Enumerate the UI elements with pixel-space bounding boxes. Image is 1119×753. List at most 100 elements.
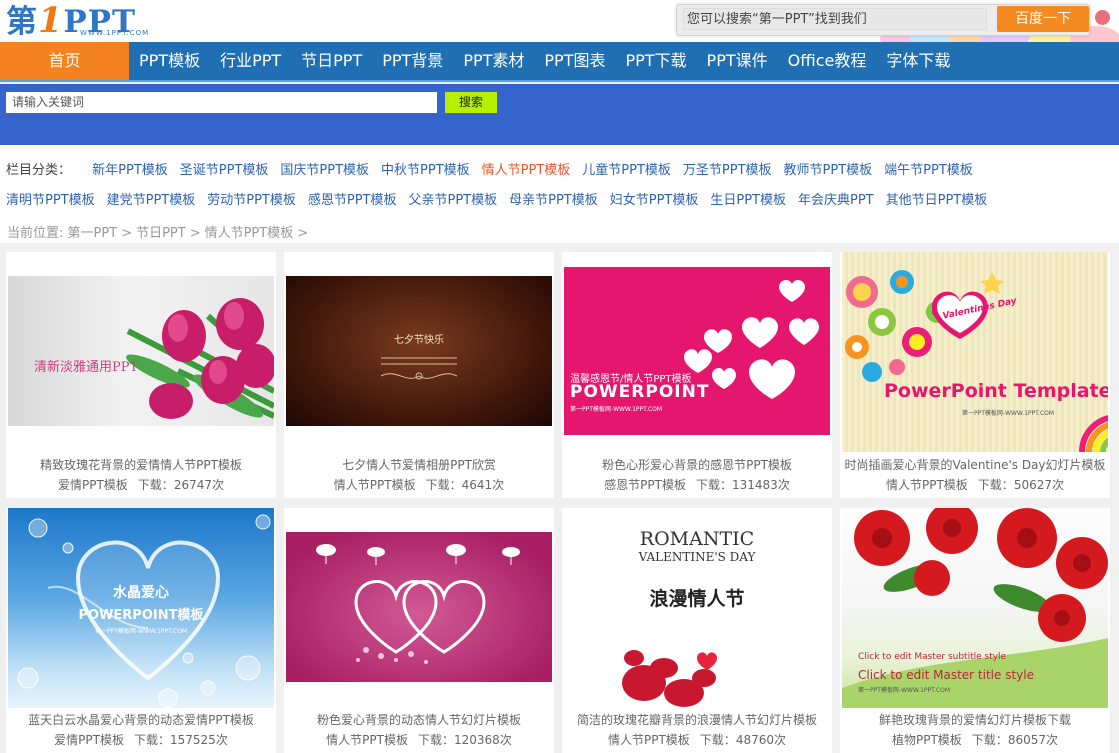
- card-meta: 感恩节PPT模板 下载：131483次: [562, 476, 832, 493]
- category-link[interactable]: 圣诞节PPT模板: [180, 163, 269, 178]
- category-link[interactable]: 国庆节PPT模板: [280, 163, 369, 178]
- category-link[interactable]: 万圣节PPT模板: [683, 163, 772, 178]
- template-card[interactable]: Valentines Day PowerPoint Template 第一PPT…: [840, 252, 1110, 498]
- card-meta: 情人节PPT模板 下载：50627次: [840, 476, 1110, 493]
- card-category[interactable]: 爱情PPT模板: [54, 733, 124, 747]
- template-thumbnail[interactable]: Click to edit Master subtitle style Clic…: [842, 508, 1108, 708]
- nav-item[interactable]: PPT图表: [534, 42, 615, 80]
- category-link[interactable]: 建党节PPT模板: [107, 193, 196, 208]
- thumb-subtitle: Click to edit Master subtitle style: [858, 652, 1007, 662]
- category-link[interactable]: 年会庆典PPT: [798, 193, 874, 208]
- card-meta: 爱情PPT模板 下载：157525次: [6, 731, 276, 748]
- category-link[interactable]: 父亲节PPT模板: [409, 193, 498, 208]
- thumb-url: 第一PPT模板网-WWW.1PPT.COM: [962, 410, 1055, 417]
- template-thumbnail[interactable]: Valentines Day PowerPoint Template 第一PPT…: [842, 252, 1108, 452]
- card-category[interactable]: 情人节PPT模板: [608, 733, 690, 747]
- template-card[interactable]: ROMANTIC VALENTINE'S DAY 浪漫情人节 简洁的玫瑰花瓣背景…: [562, 508, 832, 753]
- breadcrumb-link[interactable]: 情人节PPT模板: [205, 226, 294, 241]
- category-link[interactable]: 生日PPT模板: [710, 193, 786, 208]
- nav-item[interactable]: PPT背景: [372, 42, 453, 80]
- nav-item[interactable]: PPT素材: [453, 42, 534, 80]
- count-suffix: 次: [1052, 478, 1065, 492]
- site-logo[interactable]: 第1PPT WWW.1PPT.COM: [6, 0, 176, 41]
- category-panel: 栏目分类： 新年PPT模板 圣诞节PPT模板 国庆节PPT模板 中秋节PPT模板 情人节…: [0, 145, 1119, 243]
- thumb-url: 第一PPT模板网-WWW.1PPT.COM: [858, 687, 951, 694]
- card-title[interactable]: 鲜艳玫瑰背景的爱情幻灯片模板下载: [840, 711, 1110, 728]
- template-thumbnail[interactable]: 七夕节快乐: [286, 276, 552, 426]
- category-link[interactable]: 妇女节PPT模板: [610, 193, 699, 208]
- category-link[interactable]: 教师节PPT模板: [784, 163, 873, 178]
- nav-item[interactable]: 节日PPT: [291, 42, 372, 80]
- baidu-search-box: 您可以搜索“第一PPT”找到我们 百度一下: [676, 4, 1090, 36]
- nav-item[interactable]: 字体下载: [876, 42, 960, 80]
- category-link[interactable]: 中秋节PPT模板: [381, 163, 470, 178]
- header: 第1PPT WWW.1PPT.COM 您可以搜索“第一PPT”找到我们 百度一下: [0, 0, 1119, 42]
- card-title[interactable]: 时尚插画爱心背景的Valentine's Day幻灯片模板: [840, 456, 1110, 473]
- template-thumbnail[interactable]: 水晶爱心 POWERPOINT模板 第一PPT模板网-WWW.1PPT.COM: [8, 508, 274, 708]
- category-link[interactable]: 新年PPT模板: [92, 163, 168, 178]
- thumb-caption: 清新淡雅通用PPT: [34, 360, 139, 375]
- download-label: 下载：: [425, 478, 462, 492]
- nav-item[interactable]: PPT模板: [129, 42, 210, 80]
- template-thumbnail[interactable]: ROMANTIC VALENTINE'S DAY 浪漫情人节: [564, 508, 830, 708]
- breadcrumb-link[interactable]: 节日PPT: [136, 226, 186, 241]
- close-icon[interactable]: [1095, 10, 1110, 25]
- card-title[interactable]: 精致玫瑰花背景的爱情情人节PPT模板: [6, 456, 276, 473]
- category-link[interactable]: 情人节PPT模板: [482, 163, 571, 178]
- main-nav: 首页 PPT模板 行业PPT 节日PPT PPT背景 PPT素材 PPT图表 PPT下载 PP…: [0, 42, 1119, 82]
- nav-item[interactable]: PPT课件: [697, 42, 778, 80]
- download-label: 下载：: [699, 733, 736, 747]
- card-category[interactable]: 爱情PPT模板: [58, 478, 128, 492]
- tulip-image: [126, 298, 274, 419]
- card-category[interactable]: 情人节PPT模板: [326, 733, 408, 747]
- category-link[interactable]: 母亲节PPT模板: [509, 193, 598, 208]
- card-title[interactable]: 简洁的玫瑰花瓣背景的浪漫情人节幻灯片模板: [562, 711, 832, 728]
- download-count: 120368: [454, 733, 500, 747]
- download-count: 86057: [1007, 733, 1046, 747]
- petals-image: [622, 650, 717, 707]
- category-link[interactable]: 劳动节PPT模板: [207, 193, 296, 208]
- keyword-search-button[interactable]: 搜索: [445, 92, 497, 113]
- template-thumbnail[interactable]: 清新淡雅通用PPT: [8, 276, 274, 426]
- category-link[interactable]: 其他节日PPT模板: [886, 193, 988, 208]
- card-category[interactable]: 植物PPT模板: [892, 733, 962, 747]
- keyword-input[interactable]: 请输入关键词: [6, 92, 437, 113]
- card-title[interactable]: 粉色心形爱心背景的感恩节PPT模板: [562, 456, 832, 473]
- baidu-search-button[interactable]: 百度一下: [997, 6, 1089, 32]
- category-link[interactable]: 感恩节PPT模板: [308, 193, 397, 208]
- template-thumbnail[interactable]: [286, 532, 552, 682]
- card-title[interactable]: 蓝天白云水晶爱心背景的动态爱情PPT模板: [6, 711, 276, 728]
- download-count: 4641: [461, 478, 493, 492]
- category-link[interactable]: 清明节PPT模板: [6, 193, 95, 208]
- nav-item[interactable]: 行业PPT: [210, 42, 291, 80]
- logo-url: WWW.1PPT.COM: [80, 29, 150, 37]
- nav-item[interactable]: PPT下载: [615, 42, 696, 80]
- card-category[interactable]: 情人节PPT模板: [334, 478, 416, 492]
- count-suffix: 次: [215, 733, 228, 747]
- nav-home[interactable]: 首页: [0, 42, 129, 80]
- count-suffix: 次: [499, 733, 512, 747]
- count-suffix: 次: [492, 478, 505, 492]
- breadcrumb-link[interactable]: 第一PPT: [68, 226, 118, 241]
- template-card[interactable]: 水晶爱心 POWERPOINT模板 第一PPT模板网-WWW.1PPT.COM …: [6, 508, 276, 753]
- template-card[interactable]: 粉色爱心背景的动态情人节幻灯片模板 情人节PPT模板 下载：120368次: [284, 508, 554, 753]
- breadcrumb-separator: >: [121, 226, 133, 241]
- template-thumbnail[interactable]: 温馨感恩节/情人节PPT模板 POWERPOINT 第一PPT模板网-WWW.1…: [564, 267, 830, 435]
- category-link[interactable]: 儿童节PPT模板: [582, 163, 671, 178]
- category-link[interactable]: 端午节PPT模板: [884, 163, 973, 178]
- template-card[interactable]: 温馨感恩节/情人节PPT模板 POWERPOINT 第一PPT模板网-WWW.1…: [562, 252, 832, 498]
- template-card[interactable]: 清新淡雅通用PPT 精致玫瑰花背景的爱情情人节PPT模板 爱情PPT模板 下载：2…: [6, 252, 276, 498]
- baidu-search-input[interactable]: 您可以搜索“第一PPT”找到我们: [683, 8, 987, 30]
- breadcrumb: 当前位置: 第一PPT > 节日PPT > 情人节PPT模板 >: [7, 222, 312, 241]
- template-card[interactable]: Click to edit Master subtitle style Clic…: [840, 508, 1110, 753]
- card-category[interactable]: 感恩节PPT模板: [604, 478, 686, 492]
- thumb-heading: POWERPOINT: [570, 382, 710, 402]
- card-title[interactable]: 七夕情人节爱情相册PPT欣赏: [284, 456, 554, 473]
- count-suffix: 次: [212, 478, 225, 492]
- template-card[interactable]: 七夕节快乐 七夕情人节爱情相册PPT欣赏 情人节PPT模板 下载：4641次: [284, 252, 554, 498]
- thumb-caption: 七夕节快乐: [394, 335, 444, 346]
- card-category[interactable]: 情人节PPT模板: [886, 478, 968, 492]
- card-title[interactable]: 粉色爱心背景的动态情人节幻灯片模板: [284, 711, 554, 728]
- count-suffix: 次: [1046, 733, 1059, 747]
- nav-item[interactable]: Office教程: [778, 42, 877, 80]
